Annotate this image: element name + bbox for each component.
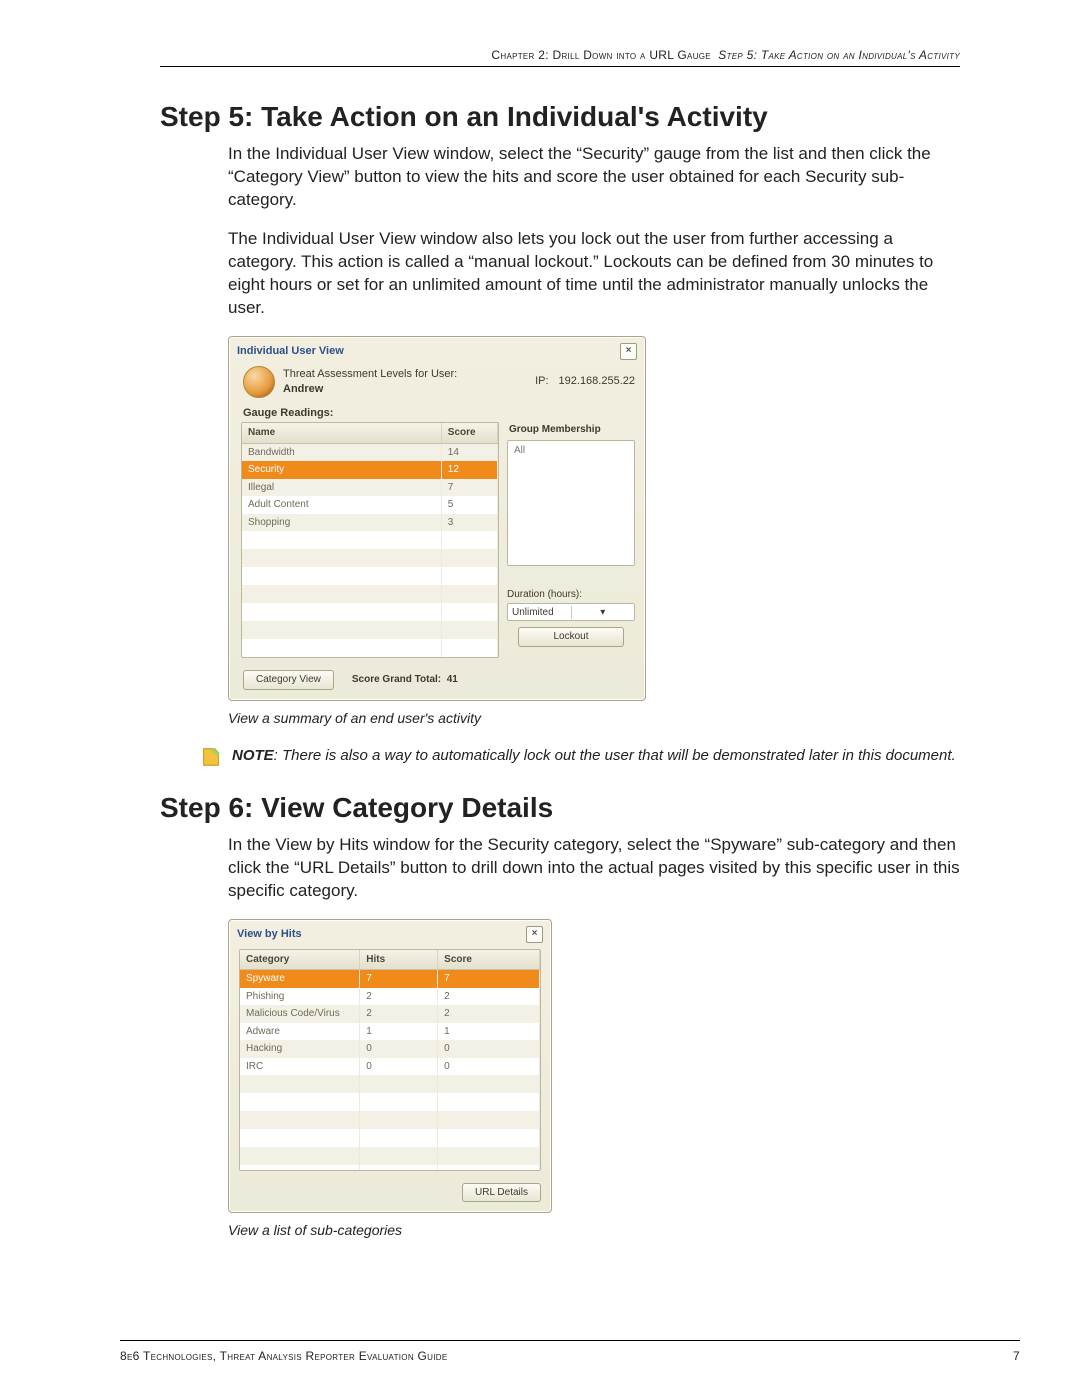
note-label: NOTE (232, 747, 274, 764)
running-chapter: Chapter 2: Drill Down into a URL Gauge (491, 48, 711, 62)
step5-para1: In the Individual User View window, sele… (228, 143, 960, 212)
table-row[interactable]: Spyware77 (240, 970, 540, 988)
individual-user-view-window: Individual User View × Threat Assessment… (228, 336, 646, 701)
col-score[interactable]: Score (438, 950, 540, 970)
note-block: NOTE: There is also a way to automatical… (200, 746, 960, 768)
table-row[interactable]: Illegal7 (242, 479, 498, 497)
category-view-button[interactable]: Category View (243, 670, 334, 690)
duration-value: Unlimited (508, 606, 571, 620)
group-membership-label: Group Membership (507, 422, 635, 440)
score-total-value: 41 (447, 674, 458, 685)
col-name[interactable]: Name (242, 423, 441, 443)
table-row[interactable]: Bandwidth14 (242, 443, 498, 461)
close-icon[interactable]: × (620, 343, 637, 360)
view-by-hits-window: View by Hits × Category Hits Score Spywa… (228, 919, 552, 1214)
page-number: 7 (1013, 1349, 1020, 1363)
step6-heading: Step 6: View Category Details (160, 792, 960, 824)
table-row[interactable]: Shopping3 (242, 514, 498, 532)
group-membership-list[interactable]: All (507, 440, 635, 566)
lockout-button[interactable]: Lockout (518, 627, 624, 647)
note-text: : There is also a way to automatically l… (274, 747, 956, 764)
page-footer: 8e6 Technologies, Threat Analysis Report… (120, 1349, 1020, 1363)
table-row[interactable]: Malicious Code/Virus22 (240, 1005, 540, 1023)
duration-select[interactable]: Unlimited ▾ (507, 603, 635, 621)
gauge-readings-table[interactable]: Name Score Bandwidth14Security12Illegal7… (241, 422, 499, 658)
iuv-caption: View a summary of an end user's activity (228, 709, 960, 728)
col-hits[interactable]: Hits (360, 950, 438, 970)
url-details-button[interactable]: URL Details (462, 1183, 541, 1203)
ip-label: IP: (535, 374, 548, 389)
running-step: Step 5: Take Action on an Individual's A… (718, 48, 960, 62)
group-item: All (514, 445, 525, 456)
note-icon (200, 746, 222, 768)
ip-value: 192.168.255.22 (559, 374, 635, 389)
user-avatar-icon (243, 366, 275, 398)
table-row[interactable]: Adult Content5 (242, 496, 498, 514)
category-table[interactable]: Category Hits Score Spyware77Phishing22M… (239, 949, 541, 1171)
iuv-user-name: Andrew (283, 382, 457, 397)
table-row[interactable]: IRC00 (240, 1058, 540, 1076)
duration-label: Duration (hours): (507, 589, 582, 600)
gauge-readings-label: Gauge Readings: (229, 400, 645, 423)
running-header: Chapter 2: Drill Down into a URL Gauge S… (160, 48, 960, 67)
col-score[interactable]: Score (441, 423, 497, 443)
step5-para2: The Individual User View window also let… (228, 228, 960, 320)
iuv-assess-label: Threat Assessment Levels for User: (283, 367, 457, 382)
iuv-title: Individual User View (237, 344, 344, 359)
table-row[interactable]: Phishing22 (240, 988, 540, 1006)
table-row[interactable]: Adware11 (240, 1023, 540, 1041)
table-row[interactable]: Hacking00 (240, 1040, 540, 1058)
vbh-caption: View a list of sub-categories (228, 1221, 960, 1240)
col-category[interactable]: Category (240, 950, 360, 970)
table-row[interactable]: Security12 (242, 461, 498, 479)
score-total-label: Score Grand Total: (352, 674, 441, 685)
step6-para1: In the View by Hits window for the Secur… (228, 834, 960, 903)
close-icon[interactable]: × (526, 926, 543, 943)
chevron-down-icon: ▾ (571, 606, 635, 620)
vbh-title: View by Hits (237, 927, 302, 942)
footer-rule (120, 1340, 1020, 1341)
step5-heading: Step 5: Take Action on an Individual's A… (160, 101, 960, 133)
footer-left: 8e6 Technologies, Threat Analysis Report… (120, 1349, 448, 1363)
